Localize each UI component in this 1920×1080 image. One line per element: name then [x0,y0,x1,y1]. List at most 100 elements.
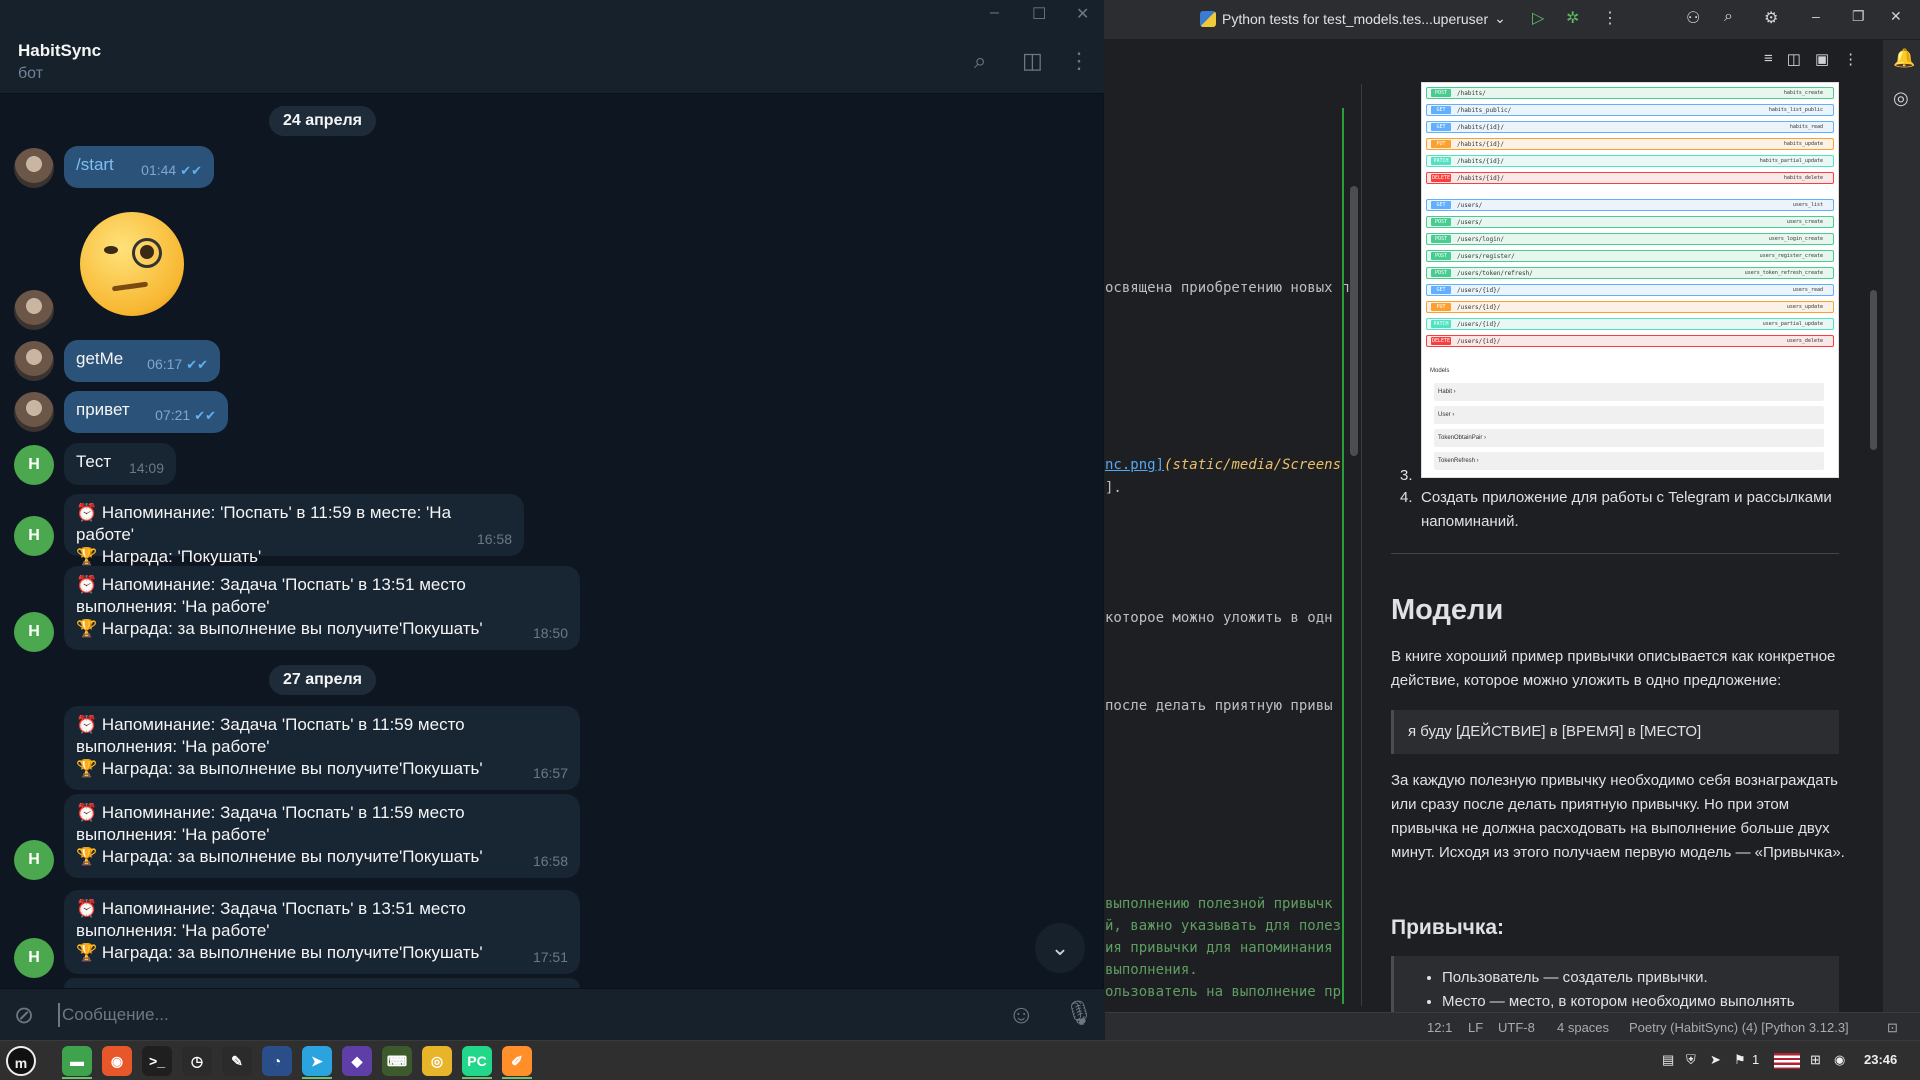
avatar[interactable] [14,290,54,330]
avatar[interactable] [14,392,54,432]
timeshift-app-icon[interactable]: ◔ [262,1046,292,1076]
terminal-app-icon[interactable]: >_ [142,1046,172,1076]
shield-icon[interactable]: ⛨ [1686,1052,1696,1068]
clipboard-icon[interactable]: ▤ [1662,1052,1674,1068]
search-icon[interactable]: ⌕ [974,48,986,74]
paragraph-1: В книге хороший пример привычки описывае… [1391,648,1836,689]
message-bubble[interactable]: ⏰ Напоминание: 'Поспать' в 11:59 в месте… [64,494,524,566]
message-line: ⏰ Напоминание: Задача 'Поспать' в 13:51 … [76,575,466,594]
sublime-app-icon[interactable]: ✐ [502,1046,532,1076]
bot-avatar[interactable]: Н [14,445,54,485]
more-options-icon[interactable]: ⋮ [1843,50,1858,68]
keyboard-layout-us-flag-icon[interactable] [1774,1053,1800,1069]
emoji-icon[interactable]: ☺ [1008,999,1035,1030]
heading-habit: Привычка: [1391,916,1505,939]
bot-avatar[interactable]: Н [14,840,54,880]
chat-header[interactable]: HabitSync бот ⌕ ◫ ⋮ [0,28,1104,94]
split-view-icon[interactable]: ◫ [1787,50,1801,68]
run-icon[interactable]: ▷ [1532,8,1544,28]
firefox-app-icon[interactable]: ◉ [102,1046,132,1076]
face-with-monocle-sticker[interactable] [80,212,184,316]
preview-scrollbar[interactable] [1870,290,1877,450]
line-separator[interactable]: LF [1468,1020,1483,1035]
avatar[interactable] [14,148,54,188]
files-app-icon[interactable]: ▬ [62,1046,92,1076]
swagger-model-item: User › [1434,406,1824,424]
minimize-icon[interactable]: – [1812,8,1820,24]
message-line: ⏰ Напоминание: 'Поспать' в 11:59 в месте… [76,503,452,544]
message-line: 🏆 Награда: за выполнение вы получите'Пок… [76,847,483,866]
cursor-position[interactable]: 12:1 [1427,1020,1452,1035]
message-input[interactable] [58,1003,958,1027]
tray-count: 1 [1752,1052,1760,1067]
lock-icon[interactable]: ⊡ [1887,1020,1898,1036]
swagger-operation: users_list [1792,202,1823,208]
network-icon[interactable]: ⊞ [1810,1052,1821,1068]
editor-app-icon[interactable]: ✎ [222,1046,252,1076]
close-icon[interactable]: ✕ [1076,4,1089,24]
bot-avatar[interactable]: Н [14,516,54,556]
system-monitor-app-icon[interactable]: ◷ [182,1046,212,1076]
indent-setting[interactable]: 4 spaces [1557,1020,1609,1035]
avatar[interactable] [14,341,54,381]
maximize-icon[interactable]: ☐ [1032,4,1046,24]
swagger-path: /habits/{id}/ [1457,175,1504,182]
swagger-endpoint-row: POST/users/users_create [1426,216,1834,228]
obsidian-app-icon[interactable]: ◆ [342,1046,372,1076]
swagger-endpoint-row: POST/users/register/users_register_creat… [1426,250,1834,262]
markdown-editor[interactable]: освящена приобретению новых п nc.png](st… [1105,84,1361,1006]
message-bubble[interactable]: getMe 06:17 ✔✔ [64,340,220,382]
message-line: ⏰ Напоминание: Задача 'Поспать' в 13:51 … [76,899,466,918]
close-icon[interactable]: ✕ [1890,8,1902,25]
bot-avatar[interactable]: Н [14,612,54,652]
ai-assistant-icon[interactable]: ◎ [1893,88,1909,109]
debug-icon[interactable]: ✲ [1566,8,1579,28]
message-bubble[interactable]: привет 07:21 ✔✔ [64,391,228,433]
notification-icon[interactable]: ⚑ [1734,1052,1746,1068]
clock[interactable]: 23:46 [1864,1052,1897,1067]
more-options-icon[interactable]: ⋮ [1602,8,1618,28]
chrome-app-icon[interactable]: ◎ [422,1046,452,1076]
message-bubble[interactable]: ⏰ Напоминание: Задача 'Поспать' в 13:51 … [64,890,580,974]
message-bubble[interactable]: Тест 14:09 [64,443,176,485]
microphone-icon[interactable]: 🎙 [1064,999,1094,1028]
message-bubble[interactable]: /start 01:44 ✔✔ [64,146,214,188]
message-bubble-partial[interactable] [64,978,580,988]
message-line: 🏆 Награда: за выполнение вы получите'Пок… [76,943,483,962]
scroll-to-bottom-button[interactable]: ⌄ [1035,923,1085,973]
notifications-bell-icon[interactable]: 🔔 [1893,48,1915,69]
preview-only-icon[interactable]: ▣ [1815,50,1829,68]
add-user-icon[interactable]: ⚇ [1686,8,1700,28]
minimize-icon[interactable]: – [990,4,999,22]
python-interpreter[interactable]: Poetry (HabitSync) (4) [Python 3.12.3] [1629,1020,1849,1035]
editor-comment-line: ия привычки для напоминания [1105,940,1333,956]
message-bubble[interactable]: ⏰ Напоминание: Задача 'Поспать' в 13:51 … [64,566,580,650]
search-icon[interactable]: ⌕ [1724,8,1733,26]
attach-paperclip-icon[interactable]: ⊘ [14,1001,34,1030]
message-bubble[interactable]: ⏰ Напоминание: Задача 'Поспать' в 11:59 … [64,706,580,790]
telegram-tray-icon[interactable]: ➤ [1710,1052,1721,1068]
keyboard-app-icon[interactable]: ⌨ [382,1046,412,1076]
more-options-icon[interactable]: ⋮ [1068,48,1090,74]
pycharm-app-icon[interactable]: PC [462,1046,492,1076]
chat-subtitle: бот [18,65,44,82]
sidebar-toggle-icon[interactable]: ◫ [1022,48,1043,74]
message-bubble[interactable]: ⏰ Напоминание: Задача 'Поспать' в 11:59 … [64,794,580,878]
telegram-window: – ☐ ✕ HabitSync бот ⌕ ◫ ⋮ 24 апреля /sta… [0,0,1104,1040]
restore-icon[interactable]: ❐ [1852,8,1865,25]
editor-only-icon[interactable]: ≡ [1764,50,1773,68]
settings-gear-icon[interactable]: ⚙ [1764,8,1778,28]
chevron-down-icon: ⌄ [1494,10,1506,26]
editor-link[interactable]: nc.png] [1105,457,1164,473]
telegram-app-icon[interactable]: ➤ [302,1046,332,1076]
volume-icon[interactable]: ◉ [1834,1052,1845,1068]
start-menu-button[interactable]: m [6,1046,36,1076]
message-time: 16:58 [476,531,512,547]
swagger-path: /users/{id}/ [1457,338,1501,345]
bot-avatar[interactable]: Н [14,938,54,978]
editor-scrollbar[interactable] [1350,186,1358,456]
file-encoding[interactable]: UTF-8 [1498,1020,1535,1035]
swagger-method-badge: PATCH [1431,320,1451,328]
swagger-path: /users/{id}/ [1457,287,1501,294]
run-configuration-selector[interactable]: Python tests for test_models.tes...uperu… [1200,10,1506,27]
